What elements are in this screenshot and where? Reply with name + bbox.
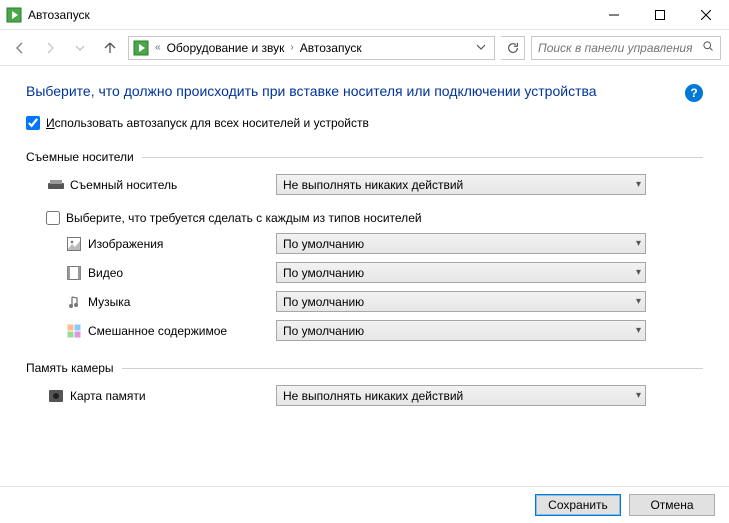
removable-drive-label: Съемный носитель xyxy=(66,178,276,192)
images-value: По умолчанию xyxy=(283,237,364,251)
chevron-down-icon: ▾ xyxy=(636,390,641,401)
mixed-content-dropdown[interactable]: По умолчанию ▾ xyxy=(276,320,646,341)
cancel-button[interactable]: Отмена xyxy=(629,494,715,516)
save-button[interactable]: Сохранить xyxy=(535,494,621,516)
memory-card-value: Не выполнять никаких действий xyxy=(283,389,463,403)
up-button[interactable] xyxy=(98,36,122,60)
images-dropdown[interactable]: По умолчанию ▾ xyxy=(276,233,646,254)
forward-button[interactable] xyxy=(38,36,62,60)
recent-locations-button[interactable] xyxy=(68,36,92,60)
content-area: Выберите, что должно происходить при вст… xyxy=(0,66,729,486)
breadcrumb-sep-icon: « xyxy=(153,42,163,53)
section-removable-media: Съемные носители Съемный носитель Не вып… xyxy=(26,150,703,341)
memory-card-label: Карта памяти xyxy=(66,389,276,403)
titlebar: Автозапуск xyxy=(0,0,729,30)
music-label: Музыка xyxy=(84,295,276,309)
chevron-down-icon: ▾ xyxy=(636,179,641,190)
divider xyxy=(142,157,703,158)
chevron-down-icon: ▾ xyxy=(636,296,641,307)
images-label: Изображения xyxy=(84,237,276,251)
bottom-bar: Сохранить Отмена xyxy=(0,486,729,522)
autoplay-small-icon xyxy=(133,40,149,56)
search-box[interactable] xyxy=(531,36,721,60)
video-value: По умолчанию xyxy=(283,266,364,280)
search-input[interactable] xyxy=(538,41,696,55)
window-title: Автозапуск xyxy=(28,8,591,22)
maximize-button[interactable] xyxy=(637,0,683,30)
breadcrumb-item-hardware[interactable]: Оборудование и звук xyxy=(167,41,285,55)
images-icon xyxy=(64,237,84,251)
music-value: По умолчанию xyxy=(283,295,364,309)
per-media-type-label: Выберите, что требуется сделать с каждым… xyxy=(66,211,422,225)
back-button[interactable] xyxy=(8,36,32,60)
breadcrumb-dropdown-icon[interactable] xyxy=(472,41,490,55)
breadcrumb[interactable]: « Оборудование и звук › Автозапуск xyxy=(128,36,495,60)
removable-drive-dropdown[interactable]: Не выполнять никаких действий ▾ xyxy=(276,174,646,195)
search-icon xyxy=(702,40,714,55)
chevron-down-icon: ▾ xyxy=(636,238,641,249)
video-dropdown[interactable]: По умолчанию ▾ xyxy=(276,262,646,283)
per-media-type-checkbox[interactable]: Выберите, что требуется сделать с каждым… xyxy=(26,211,703,225)
global-autoplay-checkbox[interactable]: Использовать автозапуск для всех носител… xyxy=(26,116,703,130)
window-controls xyxy=(591,0,729,30)
navbar: « Оборудование и звук › Автозапуск xyxy=(0,30,729,66)
section-camera-memory: Память камеры Карта памяти Не выполнять … xyxy=(26,361,703,406)
minimize-button[interactable] xyxy=(591,0,637,30)
divider xyxy=(122,368,703,369)
music-icon xyxy=(64,295,84,309)
chevron-down-icon: ▾ xyxy=(636,267,641,278)
mixed-content-icon xyxy=(64,324,84,338)
autoplay-icon xyxy=(6,7,22,23)
breadcrumb-item-autoplay[interactable]: Автозапуск xyxy=(300,41,362,55)
refresh-button[interactable] xyxy=(501,36,525,60)
memory-card-dropdown[interactable]: Не выполнять никаких действий ▾ xyxy=(276,385,646,406)
mixed-content-label: Смешанное содержимое xyxy=(84,324,276,338)
help-icon[interactable]: ? xyxy=(685,84,703,102)
chevron-down-icon: ▾ xyxy=(636,325,641,336)
section-camera-title: Память камеры xyxy=(26,361,114,375)
section-removable-title: Съемные носители xyxy=(26,150,134,164)
chevron-right-icon: › xyxy=(288,42,295,53)
removable-drive-value: Не выполнять никаких действий xyxy=(283,178,463,192)
mixed-content-value: По умолчанию xyxy=(283,324,364,338)
removable-drive-icon xyxy=(46,179,66,191)
page-heading: Выберите, что должно происходить при вст… xyxy=(26,82,597,101)
per-media-type-input[interactable] xyxy=(46,211,60,225)
music-dropdown[interactable]: По умолчанию ▾ xyxy=(276,291,646,312)
video-icon xyxy=(64,266,84,280)
video-label: Видео xyxy=(84,266,276,280)
memory-card-icon xyxy=(46,389,66,403)
global-autoplay-input[interactable] xyxy=(26,116,40,130)
global-autoplay-label: Использовать автозапуск для всех носител… xyxy=(46,116,369,130)
close-button[interactable] xyxy=(683,0,729,30)
